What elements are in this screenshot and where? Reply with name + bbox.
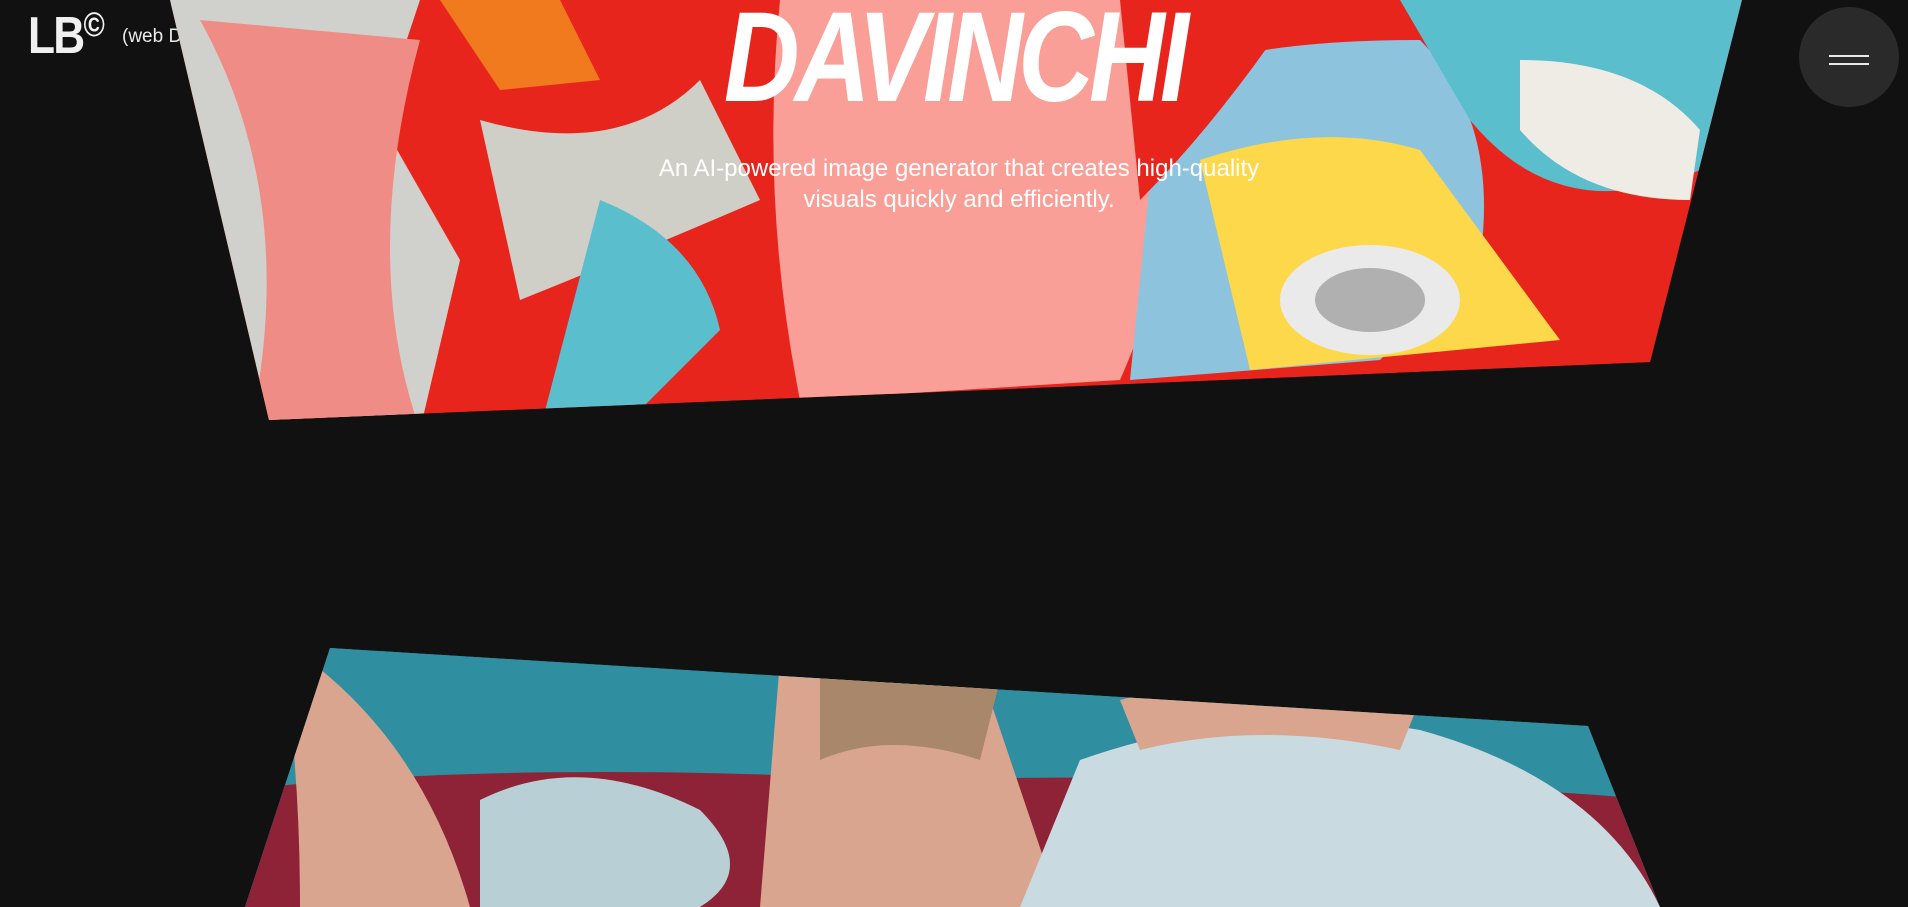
project-title: DAVINCHI (723, 0, 1189, 129)
project-description-line: An AI-powered image generator that creat… (658, 155, 1260, 182)
copyright-icon: © (83, 6, 105, 44)
menu-button[interactable] (1799, 7, 1899, 107)
logo-text: LB (28, 7, 85, 65)
project-card-davinchi[interactable]: DAVINCHI An AI-powered image generator t… (170, 0, 1742, 420)
project-image-portrait (245, 648, 1660, 907)
project-description: An AI-powered image generator that creat… (170, 153, 1742, 215)
project-card-2[interactable] (245, 648, 1660, 907)
logo[interactable]: LB© (28, 7, 105, 65)
hamburger-icon-line (1829, 63, 1869, 65)
hamburger-icon (1829, 55, 1869, 57)
project-description-line: visuals quickly and efficiently. (803, 186, 1115, 213)
